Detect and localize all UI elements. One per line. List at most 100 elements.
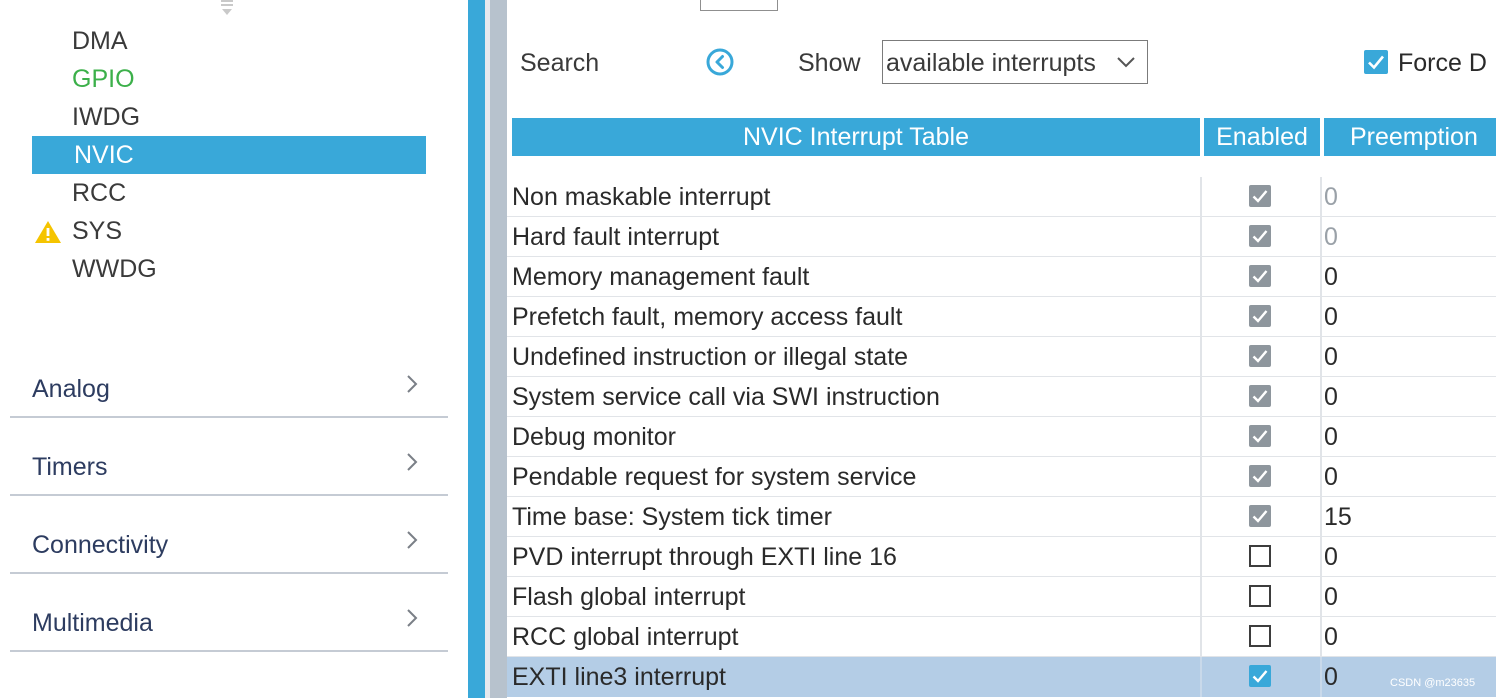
- enabled-checkbox: [1249, 185, 1271, 207]
- chevron-down-icon: [1117, 57, 1135, 68]
- table-row[interactable]: Hard fault interrupt 0: [507, 217, 1496, 257]
- checkmark-icon: [1252, 190, 1268, 203]
- table-row[interactable]: Time base: System tick timer 15: [507, 497, 1496, 537]
- table-row[interactable]: Memory management fault 0: [507, 257, 1496, 297]
- search-back-icon[interactable]: [705, 47, 735, 77]
- table-row[interactable]: RCC global interrupt 0: [507, 617, 1496, 657]
- preemption-priority[interactable]: 0: [1324, 342, 1338, 372]
- enabled-checkbox: [1249, 265, 1271, 287]
- column-divider: [1200, 177, 1202, 217]
- interrupt-name: Flash global interrupt: [512, 583, 746, 611]
- preemption-priority[interactable]: 0: [1324, 462, 1338, 492]
- category-multimedia[interactable]: Multimedia: [10, 598, 448, 652]
- enabled-checkbox[interactable]: [1249, 665, 1271, 687]
- partial-field-box: [700, 0, 778, 11]
- category-label: Multimedia: [32, 609, 153, 637]
- force-checkbox[interactable]: [1364, 50, 1388, 74]
- interrupt-name: Prefetch fault, memory access fault: [512, 303, 903, 331]
- preemption-priority[interactable]: 0: [1324, 622, 1338, 652]
- column-divider: [1200, 337, 1202, 377]
- table-row[interactable]: Undefined instruction or illegal state 0: [507, 337, 1496, 377]
- column-header-enabled[interactable]: Enabled: [1204, 118, 1320, 156]
- interrupt-name: Undefined instruction or illegal state: [512, 343, 909, 371]
- table-row[interactable]: System service call via SWI instruction 0: [507, 377, 1496, 417]
- preemption-priority[interactable]: 0: [1324, 662, 1338, 692]
- enabled-checkbox: [1249, 225, 1271, 247]
- column-divider: [1320, 257, 1322, 297]
- sidebar-item-nvic[interactable]: NVIC: [32, 136, 426, 174]
- table-row[interactable]: Debug monitor 0: [507, 417, 1496, 457]
- enabled-checkbox[interactable]: [1249, 625, 1271, 647]
- column-divider: [1200, 497, 1202, 537]
- search-label: Search: [520, 49, 600, 77]
- enabled-checkbox: [1249, 425, 1271, 447]
- panel-splitter[interactable]: [490, 0, 507, 698]
- table-row[interactable]: Non maskable interrupt 0: [507, 177, 1496, 217]
- column-divider: [1200, 377, 1202, 417]
- scroll-up-arrow-icon[interactable]: [219, 0, 235, 16]
- checkmark-icon: [1252, 470, 1268, 483]
- warning-icon: [35, 221, 61, 243]
- preemption-priority[interactable]: 15: [1324, 502, 1352, 532]
- category-timers[interactable]: Timers: [10, 442, 448, 496]
- enabled-checkbox: [1249, 385, 1271, 407]
- show-filter-select[interactable]: available interrupts: [882, 40, 1148, 84]
- interrupt-name: Hard fault interrupt: [512, 223, 720, 251]
- preemption-priority[interactable]: 0: [1324, 302, 1338, 332]
- column-divider: [1320, 657, 1322, 697]
- table-row[interactable]: Pendable request for system service 0: [507, 457, 1496, 497]
- chevron-right-icon: [407, 531, 418, 549]
- column-divider: [1320, 457, 1322, 497]
- sidebar-splitter[interactable]: [468, 0, 485, 698]
- table-row[interactable]: Prefetch fault, memory access fault 0: [507, 297, 1496, 337]
- table-row[interactable]: EXTI line3 interrupt 0: [507, 657, 1496, 697]
- checkmark-icon: [1252, 230, 1268, 243]
- sidebar-item-dma[interactable]: DMA: [32, 22, 426, 60]
- enabled-checkbox[interactable]: [1249, 545, 1271, 567]
- interrupt-name: System service call via SWI instruction: [512, 383, 940, 411]
- chevron-right-icon: [407, 453, 418, 471]
- sidebar-item-wwdg[interactable]: WWDG: [32, 250, 426, 288]
- column-divider: [1200, 257, 1202, 297]
- column-header-preemption-label: Preemption: [1350, 123, 1478, 151]
- interrupt-name: PVD interrupt through EXTI line 16: [512, 543, 897, 571]
- category-analog[interactable]: Analog: [10, 364, 448, 418]
- checkmark-icon: [1368, 55, 1385, 70]
- category-label: Analog: [32, 375, 110, 403]
- preemption-priority[interactable]: 0: [1324, 222, 1338, 252]
- column-divider: [1320, 537, 1322, 577]
- preemption-priority[interactable]: 0: [1324, 582, 1338, 612]
- column-divider: [1320, 377, 1322, 417]
- sidebar-item-iwdg[interactable]: IWDG: [32, 98, 426, 136]
- sidebar-item-label: SYS: [72, 217, 123, 245]
- enabled-checkbox[interactable]: [1249, 585, 1271, 607]
- interrupt-name: Debug monitor: [512, 423, 676, 451]
- preemption-priority[interactable]: 0: [1324, 262, 1338, 292]
- enabled-checkbox: [1249, 505, 1271, 527]
- sidebar-item-label: NVIC: [74, 141, 134, 169]
- chevron-right-icon: [407, 375, 418, 393]
- column-divider: [1200, 577, 1202, 617]
- sidebar-item-label: IWDG: [72, 103, 141, 131]
- checkmark-icon: [1252, 350, 1268, 363]
- category-connectivity[interactable]: Connectivity: [10, 520, 448, 574]
- column-header-preemption[interactable]: Preemption: [1324, 118, 1496, 156]
- column-divider: [1200, 417, 1202, 457]
- preemption-priority[interactable]: 0: [1324, 382, 1338, 412]
- sidebar-item-gpio[interactable]: GPIO: [32, 60, 426, 98]
- enabled-checkbox: [1249, 345, 1271, 367]
- preemption-priority[interactable]: 0: [1324, 182, 1338, 212]
- column-divider: [1320, 217, 1322, 257]
- sidebar-item-label: RCC: [72, 179, 127, 207]
- enabled-checkbox: [1249, 465, 1271, 487]
- sidebar-item-sys[interactable]: SYS: [32, 212, 426, 250]
- chevron-right-icon: [407, 609, 418, 627]
- column-divider: [1200, 657, 1202, 697]
- table-row[interactable]: Flash global interrupt 0: [507, 577, 1496, 617]
- table-row[interactable]: PVD interrupt through EXTI line 16 0: [507, 537, 1496, 577]
- column-header-name[interactable]: NVIC Interrupt Table: [512, 118, 1200, 156]
- column-divider: [1320, 417, 1322, 457]
- sidebar-item-rcc[interactable]: RCC: [32, 174, 426, 212]
- preemption-priority[interactable]: 0: [1324, 422, 1338, 452]
- preemption-priority[interactable]: 0: [1324, 542, 1338, 572]
